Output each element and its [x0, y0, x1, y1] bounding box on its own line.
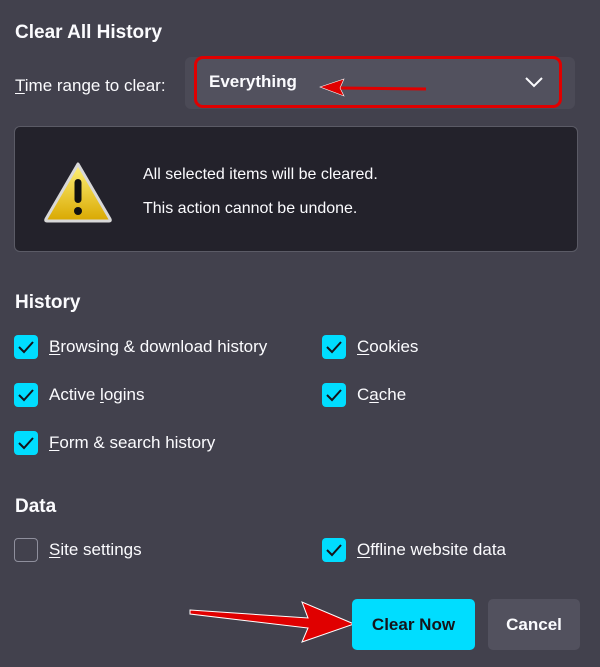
checkmark-icon: [326, 389, 342, 402]
checkbox-box[interactable]: [322, 538, 346, 562]
checkbox-browsing-download-history[interactable]: Browsing & download history: [14, 335, 267, 359]
checkbox-form-search-history[interactable]: Form & search history: [14, 431, 215, 455]
warning-text-line2: This action cannot be undone.: [143, 200, 358, 217]
access-key: T: [15, 76, 25, 95]
checkmark-icon: [326, 341, 342, 354]
warning-triangle-icon: [44, 162, 112, 223]
checkbox-box[interactable]: [14, 335, 38, 359]
checkbox-box[interactable]: [14, 431, 38, 455]
warning-box: All selected items will be cleared. This…: [14, 126, 578, 252]
checkbox-label: Cache: [357, 385, 407, 404]
cancel-button[interactable]: Cancel: [488, 599, 580, 650]
time-range-label: Time range to clear:: [15, 76, 166, 96]
checkbox-box[interactable]: [322, 383, 346, 407]
checkbox-active-logins[interactable]: Active logins: [14, 383, 144, 407]
annotation-arrow-left-icon: [319, 78, 427, 97]
checkmark-icon: [18, 437, 34, 450]
checkmark-icon: [326, 544, 342, 557]
history-section-title: History: [15, 292, 81, 313]
checkbox-box[interactable]: [14, 538, 38, 562]
checkbox-label: Site settings: [49, 540, 142, 559]
chevron-down-icon: [525, 77, 543, 88]
checkbox-label: Browsing & download history: [49, 337, 268, 356]
warning-text-line1: All selected items will be cleared.: [143, 166, 378, 183]
checkmark-icon: [18, 341, 34, 354]
checkbox-label: Offline website data: [357, 540, 507, 559]
dialog-title: Clear All History: [15, 22, 163, 43]
time-range-selected-value: Everything: [209, 72, 297, 91]
checkmark-icon: [18, 389, 34, 402]
annotation-arrow-right-icon: [189, 601, 356, 643]
checkbox-cookies[interactable]: Cookies: [322, 335, 418, 359]
checkbox-cache[interactable]: Cache: [322, 383, 406, 407]
clear-now-button[interactable]: Clear Now: [352, 599, 475, 650]
checkbox-box[interactable]: [14, 383, 38, 407]
checkbox-label: Cookies: [357, 337, 419, 356]
checkbox-box[interactable]: [322, 335, 346, 359]
checkbox-offline-website-data[interactable]: Offline website data: [322, 538, 506, 562]
data-section-title: Data: [15, 496, 57, 517]
checkbox-site-settings[interactable]: Site settings: [14, 538, 142, 562]
checkbox-label: Active logins: [49, 385, 145, 404]
time-range-label-text: ime range to clear:: [24, 76, 166, 95]
checkbox-label: Form & search history: [49, 433, 216, 452]
